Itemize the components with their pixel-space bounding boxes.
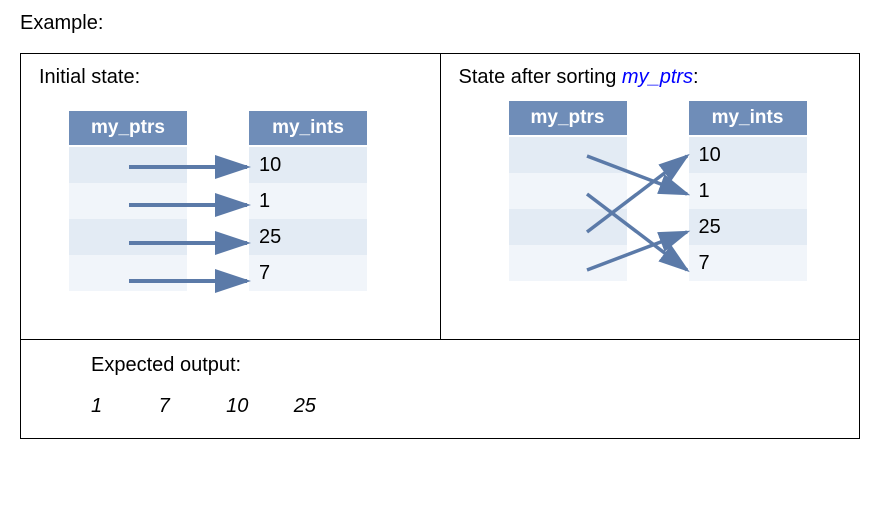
example-heading: Example: (20, 12, 866, 35)
sorted-title-ident: my_ptrs (622, 66, 693, 88)
expected-output-label: Expected output: (91, 354, 841, 377)
ptrs-cell (69, 183, 187, 219)
initial-tables: my_ptrs my_ints 10 1 25 7 (39, 101, 422, 321)
sorted-ints-header: my_ints (689, 101, 807, 137)
ptrs-cell (509, 245, 627, 281)
ptrs-cell (69, 147, 187, 183)
sorted-state-cell: State after sorting my_ptrs: my_ptrs my_… (440, 54, 860, 340)
example-grid: Initial state: my_ptrs my_ints 10 (20, 53, 860, 439)
sorted-ints-table: my_ints 10 1 25 7 (689, 101, 807, 281)
page: Example: Initial state: my_ptrs (0, 0, 886, 514)
sorted-ptrs-table: my_ptrs (509, 101, 627, 281)
sorted-state-title: State after sorting my_ptrs: (459, 66, 842, 89)
ptrs-cell (69, 219, 187, 255)
output-value: 7 (159, 395, 221, 418)
ptrs-cell (509, 137, 627, 173)
sorted-title-suffix: : (693, 66, 699, 88)
output-value: 1 (91, 395, 153, 418)
output-value: 10 (226, 395, 288, 418)
output-value: 25 (294, 395, 356, 418)
initial-ints-header: my_ints (249, 111, 367, 147)
ints-cell: 25 (689, 209, 807, 245)
initial-ptrs-header: my_ptrs (69, 111, 187, 147)
ints-cell: 25 (249, 219, 367, 255)
initial-state-title: Initial state: (39, 66, 422, 89)
ints-cell: 10 (689, 137, 807, 173)
expected-output-cell: Expected output: 1 7 10 25 (21, 340, 860, 439)
ints-cell: 7 (689, 245, 807, 281)
ints-cell: 1 (249, 183, 367, 219)
sorted-ptrs-header: my_ptrs (509, 101, 627, 137)
ints-cell: 10 (249, 147, 367, 183)
sorted-title-prefix: State after sorting (459, 66, 622, 88)
ptrs-cell (509, 209, 627, 245)
initial-ptrs-table: my_ptrs (69, 111, 187, 291)
ptrs-cell (69, 255, 187, 291)
ints-cell: 7 (249, 255, 367, 291)
initial-ints-table: my_ints 10 1 25 7 (249, 111, 367, 291)
expected-output-values: 1 7 10 25 (91, 395, 841, 418)
ptrs-cell (509, 173, 627, 209)
initial-state-cell: Initial state: my_ptrs my_ints 10 (21, 54, 441, 340)
ints-cell: 1 (689, 173, 807, 209)
sorted-tables: my_ptrs my_ints 10 1 25 7 (459, 101, 842, 321)
